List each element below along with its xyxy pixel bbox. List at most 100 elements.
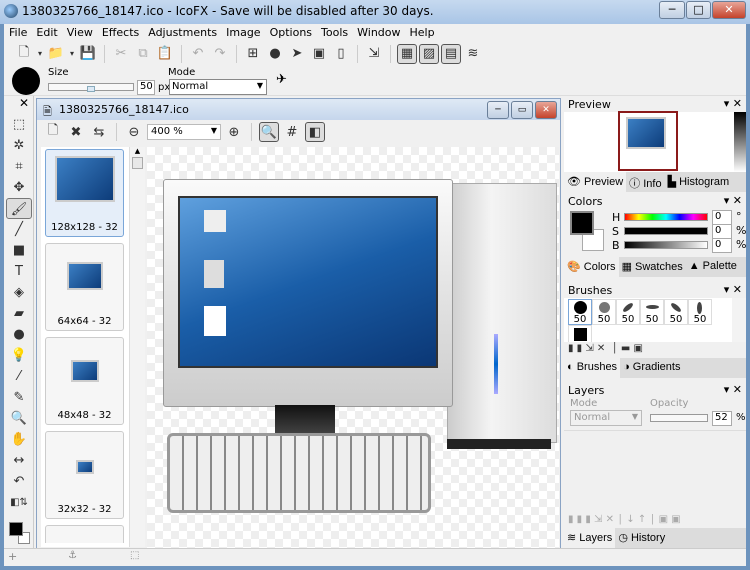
copy-icon[interactable]: ⧉ (133, 44, 153, 64)
new-dropdown-icon[interactable]: ▾ (36, 44, 44, 64)
mode-select[interactable]: Normal ▼ (169, 79, 267, 95)
menu-image[interactable]: Image (221, 24, 264, 39)
doc-close-button[interactable]: ✕ (535, 101, 557, 119)
hue-slider[interactable] (624, 213, 708, 221)
cursor-icon[interactable]: ➤ (287, 44, 307, 64)
open-dropdown-icon[interactable]: ▾ (68, 44, 76, 64)
rotate-tool-icon[interactable]: ↶ (6, 471, 32, 492)
scrollbar-thumb[interactable] (132, 157, 143, 169)
open-folder-icon[interactable]: 📁 (46, 44, 66, 64)
crop-tool-icon[interactable]: ⌗ (6, 156, 32, 177)
import-image-icon[interactable]: ⇆ (89, 122, 109, 142)
zoom-tool-icon[interactable]: 🔍 (6, 408, 32, 429)
edit-canvas[interactable] (147, 147, 559, 549)
close-icon[interactable]: ✕ (4, 96, 33, 114)
thumbnail-more[interactable] (45, 525, 124, 543)
split-view-icon[interactable]: ◧ (305, 122, 325, 142)
zoom-in-icon[interactable]: ⊕ (224, 122, 244, 142)
saturation-input[interactable]: 0 (712, 224, 732, 239)
foreground-color-swatch[interactable] (9, 522, 23, 536)
eyedropper-tool-icon[interactable]: ⁄ (6, 366, 32, 387)
close-button[interactable]: ✕ (712, 1, 746, 19)
text-tool-icon[interactable]: T (6, 261, 32, 282)
marquee-tool-icon[interactable]: ⬚ (6, 114, 32, 135)
size-slider-thumb[interactable] (87, 86, 95, 92)
rectangle-tool-icon[interactable]: ■ (6, 240, 32, 261)
thumbnail-128[interactable]: 128x128 - 32 (45, 149, 124, 237)
undo-icon[interactable]: ↶ (188, 44, 208, 64)
paste-icon[interactable]: 📋 (155, 44, 175, 64)
panel-menu-close-icon[interactable]: ▾ ✕ (724, 194, 742, 207)
tab-info[interactable]: ⓘ Info (626, 172, 664, 192)
line-tool-icon[interactable]: ╱ (6, 219, 32, 240)
bulb-tool-icon[interactable]: 💡 (6, 345, 32, 366)
size-slider[interactable] (48, 83, 134, 92)
tab-layers[interactable]: ≋ Layers (564, 528, 616, 548)
primary-color-swatch[interactable] (570, 211, 594, 235)
zoom-out-icon[interactable]: ⊖ (124, 122, 144, 142)
import-icon[interactable]: ⇲ (364, 44, 384, 64)
android-icon[interactable]: ▣ (309, 44, 329, 64)
brightness-slider[interactable] (624, 241, 708, 249)
panel-menu-close-icon[interactable]: ▾ ✕ (724, 97, 742, 110)
layer-list[interactable] (564, 430, 746, 514)
brush-item[interactable]: 50 (568, 299, 592, 325)
flip-tool-icon[interactable]: ↔ (6, 450, 32, 471)
opacity-slider[interactable] (650, 414, 708, 422)
brush-item[interactable]: 50 (688, 299, 712, 325)
smooth-toggle-icon[interactable]: ▨ (419, 43, 439, 64)
brush-item[interactable]: 50 (640, 299, 664, 325)
menu-file[interactable]: File (4, 24, 31, 39)
new-image-icon[interactable]: 🗋 (43, 122, 63, 142)
panel-menu-close-icon[interactable]: ▾ ✕ (724, 283, 742, 296)
menu-window[interactable]: Window (352, 24, 404, 39)
brush-item[interactable]: 50 (592, 299, 616, 325)
tab-preview[interactable]: 👁 Preview (564, 172, 627, 192)
thumbnail-64[interactable]: 64x64 - 32 (45, 243, 124, 331)
brush-tool-icon[interactable]: 🖌 (6, 198, 32, 219)
brush-item[interactable]: 50 (664, 299, 688, 325)
panel-menu-close-icon[interactable]: ▾ ✕ (724, 383, 742, 396)
windows-icon[interactable]: ⊞ (243, 44, 263, 64)
tab-histogram[interactable]: ▙ Histogram (665, 172, 733, 192)
layers-icon[interactable]: ≋ (463, 44, 483, 64)
minimize-button[interactable]: ─ (659, 1, 685, 19)
menu-tools[interactable]: Tools (316, 24, 352, 39)
grid-toggle-icon[interactable]: ▤ (441, 43, 461, 64)
move-tool-icon[interactable]: ✥ (6, 177, 32, 198)
redo-icon[interactable]: ↷ (210, 44, 230, 64)
fill-tool-icon[interactable]: ◈ (6, 282, 32, 303)
menu-adjustments[interactable]: Adjustments (143, 24, 221, 39)
tab-colors[interactable]: 🎨 Colors (564, 257, 619, 277)
doc-restore-button[interactable]: ▭ (511, 101, 533, 119)
brush-item[interactable] (568, 325, 592, 342)
mobile-icon[interactable]: ▯ (331, 44, 351, 64)
tab-gradients[interactable]: ◑ Gradients (620, 358, 683, 378)
thumbnail-scrollbar[interactable]: ▲ (129, 147, 145, 547)
pencil-tool-icon[interactable]: ✎ (6, 387, 32, 408)
zoom-fit-icon[interactable]: 🔍 (259, 122, 279, 142)
opacity-input[interactable]: 52 (712, 411, 732, 426)
menu-edit[interactable]: Edit (31, 24, 61, 39)
thumbnail-48[interactable]: 48x48 - 32 (45, 337, 124, 425)
brushes-scrollbar[interactable] (732, 298, 746, 342)
grid-icon[interactable]: # (282, 122, 302, 142)
blur-tool-icon[interactable]: ● (6, 324, 32, 345)
cut-icon[interactable]: ✂ (111, 44, 131, 64)
swap-colors-icon[interactable]: ◧⇅ (6, 492, 32, 513)
maximize-button[interactable]: □ (686, 1, 711, 19)
open-brush-icon[interactable]: ▬ ▣ (621, 343, 643, 354)
checker-toggle-icon[interactable]: ▦ (397, 43, 417, 64)
brush-item[interactable]: 50 (616, 299, 640, 325)
menu-help[interactable]: Help (405, 24, 439, 39)
menu-effects[interactable]: Effects (97, 24, 143, 39)
hue-input[interactable]: 0 (712, 210, 732, 225)
menu-options[interactable]: Options (265, 24, 316, 39)
menu-view[interactable]: View (62, 24, 97, 39)
layer-mode-select[interactable]: Normal ▼ (570, 410, 642, 426)
save-icon[interactable]: 💾 (78, 44, 98, 64)
tab-history[interactable]: ◷ History (615, 528, 668, 548)
eraser-tool-icon[interactable]: ▰ (6, 303, 32, 324)
saturation-slider[interactable] (624, 227, 708, 235)
thumbnail-32[interactable]: 32x32 - 32 (45, 431, 124, 519)
